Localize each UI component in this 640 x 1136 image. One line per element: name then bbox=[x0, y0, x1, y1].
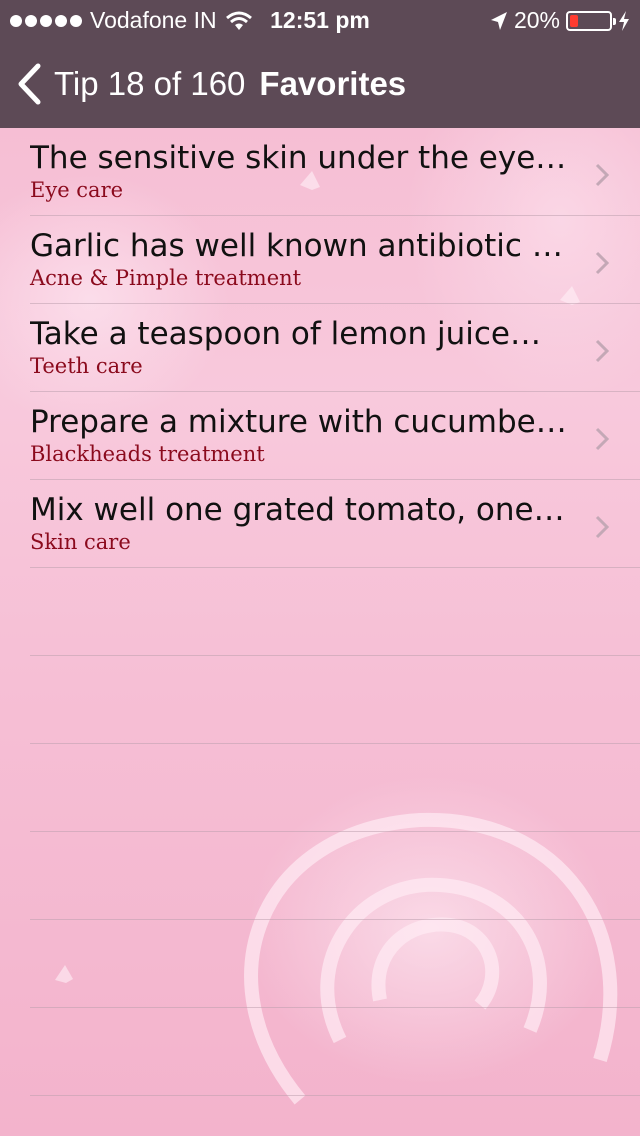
tip-category: Blackheads treatment bbox=[30, 442, 265, 466]
tip-category: Acne & Pimple treatment bbox=[30, 266, 302, 290]
chevron-right-icon bbox=[595, 339, 610, 363]
navigation-bar: Tip 18 of 160 Favorites bbox=[0, 40, 640, 128]
battery-icon bbox=[566, 10, 616, 31]
tip-title: The sensitive skin under the eyes is pro… bbox=[30, 140, 570, 176]
battery-percent: 20% bbox=[513, 7, 560, 33]
tip-title: Mix well one grated tomato, one… bbox=[30, 492, 565, 528]
empty-row bbox=[30, 920, 640, 1008]
chevron-right-icon bbox=[595, 163, 610, 187]
location-arrow-icon bbox=[490, 11, 507, 30]
chevron-right-icon bbox=[595, 515, 610, 539]
back-button[interactable]: Tip 18 of 160 Favorites bbox=[16, 62, 406, 106]
tip-title: Take a teaspoon of lemon juice… bbox=[30, 316, 541, 352]
tip-category: Teeth care bbox=[30, 354, 143, 378]
empty-row bbox=[30, 744, 640, 832]
battery-level-fill bbox=[570, 14, 578, 27]
page-title: Favorites bbox=[259, 65, 407, 102]
status-bar: Vodafone IN 12:51 pm 20% bbox=[0, 0, 640, 40]
tip-category: Eye care bbox=[30, 178, 124, 202]
favorites-list: The sensitive skin under the eyes is pro… bbox=[0, 128, 640, 1096]
tip-title: Prepare a mixture with cucumber juice… bbox=[30, 404, 570, 440]
chevron-left-icon bbox=[18, 63, 41, 105]
list-item[interactable]: Prepare a mixture with cucumber juice… B… bbox=[30, 392, 640, 480]
empty-row bbox=[30, 568, 640, 656]
chevron-right-icon bbox=[595, 251, 610, 275]
list-item[interactable]: Garlic has well known antibiotic propert… bbox=[30, 216, 640, 304]
back-label: Tip 18 of 160 bbox=[54, 65, 246, 102]
list-item[interactable]: The sensitive skin under the eyes is pro… bbox=[30, 128, 640, 216]
list-item[interactable]: Mix well one grated tomato, one… Skin ca… bbox=[30, 480, 640, 568]
empty-row bbox=[30, 832, 640, 920]
empty-row bbox=[30, 1008, 640, 1096]
chevron-right-icon bbox=[595, 427, 610, 451]
status-right-group: 20% bbox=[490, 7, 630, 34]
charging-bolt-icon bbox=[619, 10, 629, 31]
tip-title: Garlic has well known antibiotic propert… bbox=[30, 228, 570, 264]
list-item[interactable]: Take a teaspoon of lemon juice… Teeth ca… bbox=[30, 304, 640, 392]
tip-category: Skin care bbox=[30, 530, 131, 554]
empty-row bbox=[30, 656, 640, 744]
